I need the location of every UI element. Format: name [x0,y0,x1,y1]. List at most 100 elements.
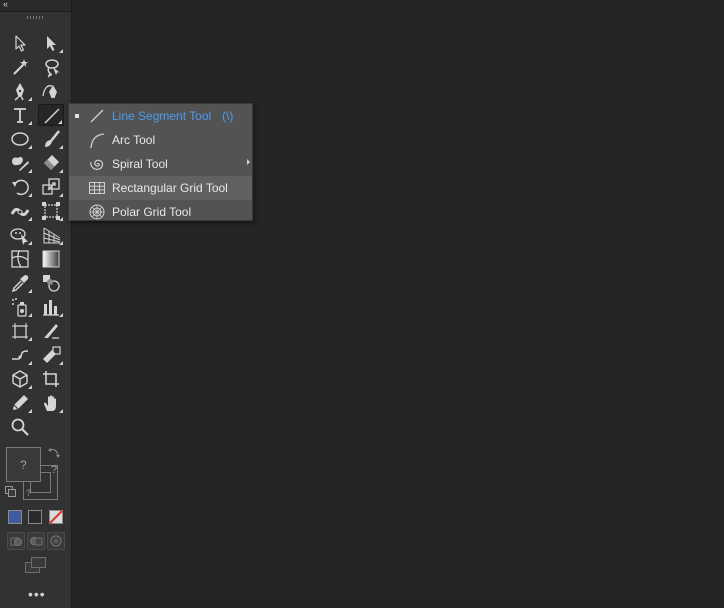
submenu-indicator-icon [28,169,32,173]
direct-selection-tool[interactable] [38,32,64,54]
panel-grip[interactable] [27,16,45,19]
draw-inside-button[interactable] [47,532,65,550]
type-tool[interactable] [7,104,33,126]
magic-wand-icon [13,59,28,75]
submenu-indicator-icon [59,217,63,221]
line-tools-flyout: Line Segment Tool (\) Arc Tool Spiral Tool R… [68,103,253,221]
collapse-panel-button[interactable]: ‹‹ [3,0,8,10]
flyout-item-label: Arc Tool [112,133,156,147]
submenu-indicator-icon [28,193,32,197]
pen-tool[interactable] [7,80,33,102]
submenu-indicator-icon [58,120,62,124]
3d-tool[interactable] [7,368,33,390]
gradient-icon [42,250,60,268]
flyout-item-spiral[interactable]: Spiral Tool [69,152,252,176]
line-segment-tool[interactable] [38,104,64,126]
scale-tool[interactable] [38,176,64,198]
zoom-tool[interactable] [7,416,33,438]
crop-image-tool[interactable] [38,368,64,390]
shaper-tool[interactable] [7,152,33,174]
arc-icon [90,133,105,149]
submenu-indicator-icon [28,313,32,317]
submenu-indicator-icon [28,361,32,365]
selected-bullet-icon [75,114,79,118]
selection-arrow-icon [15,35,26,52]
magic-wand-tool[interactable] [7,56,33,78]
none-mode-button[interactable] [49,510,63,524]
crop-icon [43,371,59,387]
free-transform-tool[interactable] [38,200,64,222]
pencil-tool[interactable] [7,392,33,414]
gradient-mode-button[interactable] [28,510,42,524]
lasso-icon [45,59,60,78]
perspective-grid-tool[interactable] [38,224,64,246]
draw-normal-button[interactable] [7,532,25,550]
rectangular-grid-icon [89,182,105,194]
zoom-magnifier-icon [11,418,29,436]
submenu-indicator-icon [28,217,32,221]
ellipse-tool[interactable] [7,128,33,150]
flyout-item-arc[interactable]: Arc Tool [69,128,252,152]
flyout-item-label: Spiral Tool [112,157,168,171]
gradient-tool[interactable] [38,248,64,270]
submenu-indicator-icon [28,385,32,389]
join-tool[interactable] [7,344,33,366]
blend-tool[interactable] [38,272,64,294]
curvature-tool[interactable] [38,80,64,102]
selection-tool[interactable] [7,32,33,54]
flyout-item-line-segment[interactable]: Line Segment Tool (\) [69,104,252,128]
spiral-icon [90,159,104,171]
default-colors-icon[interactable] [5,486,17,498]
swap-fill-stroke-icon[interactable] [48,446,62,460]
eyedropper-tool[interactable] [7,272,33,294]
slice-icon [44,324,59,339]
color-mode-button[interactable] [8,510,22,524]
submenu-indicator-icon [59,145,63,149]
column-graph-tool[interactable] [38,296,64,318]
fill-swatch[interactable]: ? [6,447,41,482]
artboard-tool[interactable] [7,320,33,342]
submenu-indicator-icon [59,313,63,317]
shape-builder-tool[interactable] [7,224,33,246]
submenu-indicator-icon [28,121,32,125]
hand-tool[interactable] [38,392,64,414]
submenu-indicator-icon [59,49,63,53]
submenu-indicator-icon [28,145,32,149]
submenu-indicator-icon [59,241,63,245]
flyout-item-rectangular-grid[interactable]: Rectangular Grid Tool [69,176,252,200]
lasso-tool[interactable] [38,56,64,78]
rotate-tool[interactable] [7,176,33,198]
submenu-indicator-icon [28,337,32,341]
width-tool[interactable] [7,200,33,222]
flyout-item-label: Line Segment Tool [112,109,212,123]
draw-inside-icon [50,535,62,547]
submenu-indicator-icon [59,193,63,197]
draw-behind-button[interactable] [27,532,45,550]
live-paint-selection-tool[interactable] [38,344,64,366]
slice-tool[interactable] [38,320,64,342]
submenu-indicator-icon [28,241,32,245]
tools-panel: ‹‹ ? ? ? ••• [0,0,72,608]
flyout-item-label: Polar Grid Tool [112,205,192,219]
submenu-indicator-icon [28,289,32,293]
flyout-item-polar-grid[interactable]: Polar Grid Tool [69,200,252,224]
submenu-indicator-icon [59,409,63,413]
flyout-item-label: Rectangular Grid Tool [112,181,228,195]
stroke-unknown-label-2: ? [26,488,32,498]
curvature-pen-icon [42,85,57,98]
eraser-tool[interactable] [38,152,64,174]
screen-mode-icon[interactable] [24,556,48,574]
tearoff-arrow-icon[interactable] [247,159,250,165]
mesh-icon [11,250,29,268]
symbol-sprayer-tool[interactable] [7,296,33,318]
edit-toolbar-button[interactable]: ••• [28,587,46,601]
paintbrush-tool[interactable] [38,128,64,150]
mesh-tool[interactable] [7,248,33,270]
draw-normal-icon [10,537,22,546]
line-segment-icon [90,109,104,123]
polar-grid-icon [89,204,105,220]
submenu-indicator-icon [59,361,63,365]
fill-unknown-label: ? [20,458,27,472]
shortcut-label: (\) [222,109,234,123]
submenu-indicator-icon [28,409,32,413]
